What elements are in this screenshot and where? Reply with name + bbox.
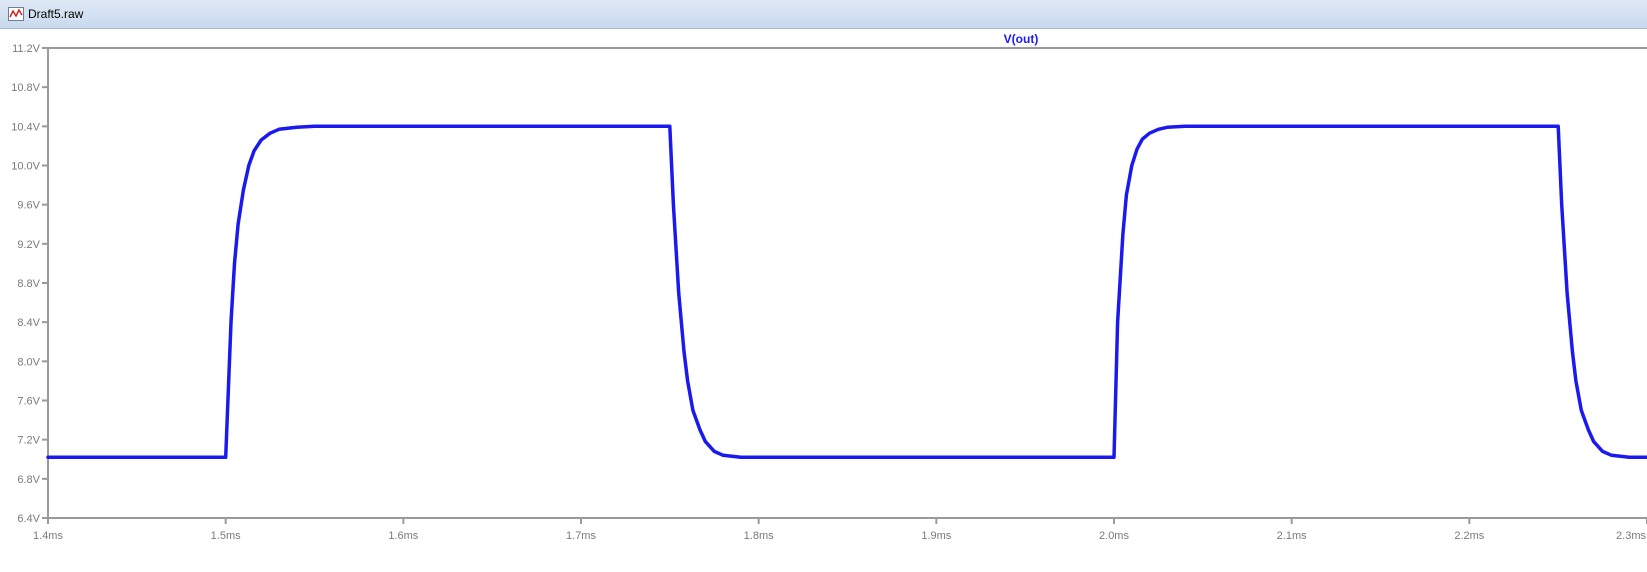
x-tick-label: 1.9ms (921, 530, 951, 542)
y-tick-label: 9.2V (17, 239, 40, 251)
y-tick-label: 7.2V (17, 435, 40, 447)
y-tick-label: 10.4V (11, 121, 40, 133)
series-traces (46, 124, 1647, 460)
window-title: Draft5.raw (28, 7, 84, 21)
x-tick-label: 1.5ms (211, 530, 241, 542)
plot-axes (42, 47, 1647, 524)
series-line-vout[interactable] (46, 124, 1647, 460)
y-tick-label: 8.0V (17, 356, 40, 368)
y-tick-label: 10.0V (11, 161, 40, 173)
x-tick-label: 1.4ms (33, 530, 63, 542)
tick-labels: 6.4V 6.8V 7.2V 7.6V 8.0V 8.4V 8.8V 9.2V 9.6V 10.0… (11, 43, 1646, 542)
y-tick-label: 7.6V (17, 396, 40, 408)
y-tick-label: 10.8V (11, 82, 40, 94)
x-tick-label: 1.6ms (388, 530, 418, 542)
x-tick-label: 2.3ms (1616, 530, 1646, 542)
x-tick-label: 2.2ms (1454, 530, 1484, 542)
x-tick-label: 1.8ms (744, 530, 774, 542)
waveform-plot[interactable]: 6.4V 6.8V 7.2V 7.6V 8.0V 8.4V 8.8V 9.2V 9.6V 10.0… (0, 29, 1647, 572)
y-tick-label: 6.8V (17, 474, 40, 486)
y-tick-label: 11.2V (12, 43, 41, 55)
y-tick-label: 6.4V (17, 513, 40, 525)
y-tick-label: 8.4V (17, 317, 40, 329)
x-tick-label: 2.0ms (1099, 530, 1129, 542)
y-tick-label: 8.8V (17, 278, 40, 290)
x-tick-label: 2.1ms (1277, 530, 1307, 542)
waveform-icon (8, 7, 24, 21)
series-title[interactable]: V(out) (1004, 32, 1039, 46)
x-tick-label: 1.7ms (566, 530, 596, 542)
window-title-bar: Draft5.raw (0, 0, 1647, 29)
y-tick-label: 9.6V (17, 200, 40, 212)
